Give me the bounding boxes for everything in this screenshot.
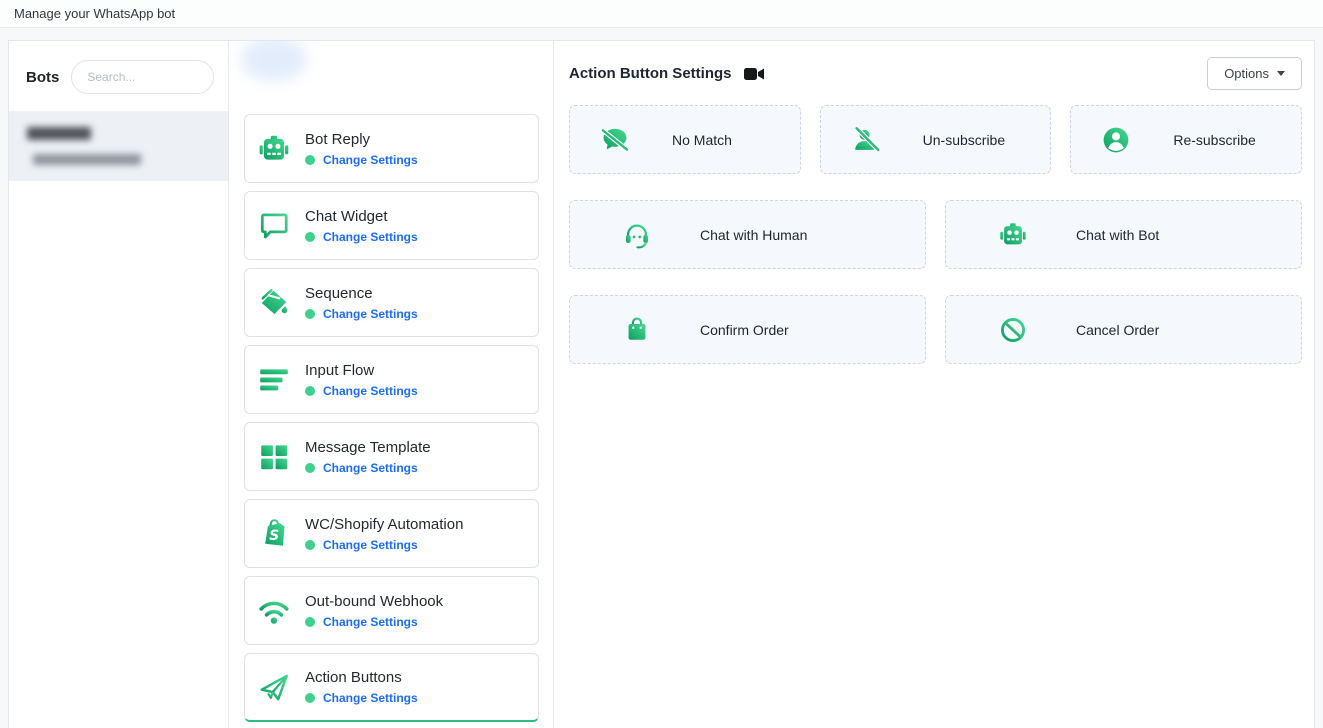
- feature-title: Message Template: [305, 439, 431, 456]
- feature-title: Action Buttons: [305, 669, 418, 686]
- status-dot: [305, 617, 315, 627]
- robot-icon: [257, 132, 305, 166]
- change-settings-link[interactable]: Change Settings: [323, 307, 418, 321]
- feature-title: WC/Shopify Automation: [305, 516, 463, 533]
- feature-card-bot-reply[interactable]: Bot Reply Change Settings: [244, 114, 539, 183]
- action-card-resubscribe[interactable]: Re-subscribe: [1070, 105, 1302, 174]
- status-dot: [305, 540, 315, 550]
- change-settings-link[interactable]: Change Settings: [323, 153, 418, 167]
- action-card-label: Cancel Order: [1076, 322, 1159, 338]
- grid-squares-icon: [257, 440, 305, 474]
- paint-bucket-icon: [257, 286, 305, 320]
- headset-icon: [622, 220, 652, 250]
- svg-text:S: S: [269, 528, 279, 544]
- feature-title: Bot Reply: [305, 131, 418, 148]
- change-settings-link[interactable]: Change Settings: [323, 615, 418, 629]
- wifi-icon: [257, 594, 305, 628]
- search-input[interactable]: [71, 60, 214, 94]
- blurred-blob: [241, 40, 307, 81]
- action-card-label: Chat with Human: [700, 227, 807, 243]
- feature-list: Bot Reply Change Settings Chat Widget Ch…: [229, 41, 554, 728]
- top-bar: Manage your WhatsApp bot: [0, 0, 1323, 28]
- change-settings-link[interactable]: Change Settings: [323, 384, 418, 398]
- status-dot: [305, 693, 315, 703]
- shopify-bag-icon: S: [257, 517, 305, 551]
- resubscribe-person-icon: [1101, 125, 1131, 155]
- bot-list-item-selected[interactable]: [9, 111, 228, 181]
- action-card-label: No Match: [672, 132, 732, 148]
- panel-title: Action Button Settings: [569, 65, 731, 82]
- action-card-unsubscribe[interactable]: Un-subscribe: [820, 105, 1052, 174]
- feature-title: Sequence: [305, 285, 418, 302]
- unsubscribe-person-icon: [851, 125, 881, 155]
- action-card-label: Re-subscribe: [1173, 132, 1255, 148]
- feature-title: Chat Widget: [305, 208, 418, 225]
- feature-card-input-flow[interactable]: Input Flow Change Settings: [244, 345, 539, 414]
- status-dot: [305, 386, 315, 396]
- feature-card-wc-shopify[interactable]: S WC/Shopify Automation Change Settings: [244, 499, 539, 568]
- paper-plane-icon: [257, 670, 305, 704]
- action-card-label: Chat with Bot: [1076, 227, 1159, 243]
- feature-card-message-template[interactable]: Message Template Change Settings: [244, 422, 539, 491]
- bots-heading: Bots: [26, 69, 59, 86]
- status-dot: [305, 309, 315, 319]
- bots-sidebar: Bots: [9, 41, 229, 728]
- action-row-2: Chat with Human Chat with Bot: [569, 200, 1302, 269]
- redacted-bot-phone: [33, 154, 141, 165]
- chat-bubble-icon: [257, 209, 305, 243]
- status-dot: [305, 463, 315, 473]
- video-camera-icon[interactable]: [744, 67, 764, 81]
- feature-card-action-buttons[interactable]: Action Buttons Change Settings: [244, 653, 539, 722]
- robot-icon: [998, 220, 1028, 250]
- action-card-no-match[interactable]: No Match: [569, 105, 801, 174]
- status-dot: [305, 155, 315, 165]
- change-settings-link[interactable]: Change Settings: [323, 461, 418, 475]
- shopping-bag-icon: [622, 315, 652, 345]
- feature-card-outbound-webhook[interactable]: Out-bound Webhook Change Settings: [244, 576, 539, 645]
- caret-down-icon: [1277, 71, 1285, 76]
- redacted-bot-name: [27, 127, 91, 140]
- options-label: Options: [1224, 66, 1269, 81]
- list-bars-icon: [257, 363, 305, 397]
- sidebar-header: Bots: [9, 41, 228, 111]
- action-card-cancel-order[interactable]: Cancel Order: [945, 295, 1302, 364]
- ban-icon: [998, 315, 1028, 345]
- options-button[interactable]: Options: [1207, 57, 1302, 90]
- main-card: Bots: [8, 40, 1315, 728]
- action-row-3: Confirm Order Cancel Order: [569, 295, 1302, 364]
- action-card-confirm-order[interactable]: Confirm Order: [569, 295, 926, 364]
- action-card-chat-with-human[interactable]: Chat with Human: [569, 200, 926, 269]
- status-dot: [305, 232, 315, 242]
- change-settings-link[interactable]: Change Settings: [323, 230, 418, 244]
- feature-card-sequence[interactable]: Sequence Change Settings: [244, 268, 539, 337]
- action-button-settings-panel: Action Button Settings Options: [554, 41, 1314, 728]
- action-card-chat-with-bot[interactable]: Chat with Bot: [945, 200, 1302, 269]
- action-card-label: Un-subscribe: [923, 132, 1005, 148]
- page-title: Manage your WhatsApp bot: [14, 6, 175, 21]
- no-match-icon: [600, 125, 630, 155]
- action-row-1: No Match Un-subscribe: [569, 105, 1302, 174]
- action-card-label: Confirm Order: [700, 322, 789, 338]
- feature-title: Input Flow: [305, 362, 418, 379]
- feature-title: Out-bound Webhook: [305, 593, 443, 610]
- feature-card-chat-widget[interactable]: Chat Widget Change Settings: [244, 191, 539, 260]
- change-settings-link[interactable]: Change Settings: [323, 538, 418, 552]
- change-settings-link[interactable]: Change Settings: [323, 691, 418, 705]
